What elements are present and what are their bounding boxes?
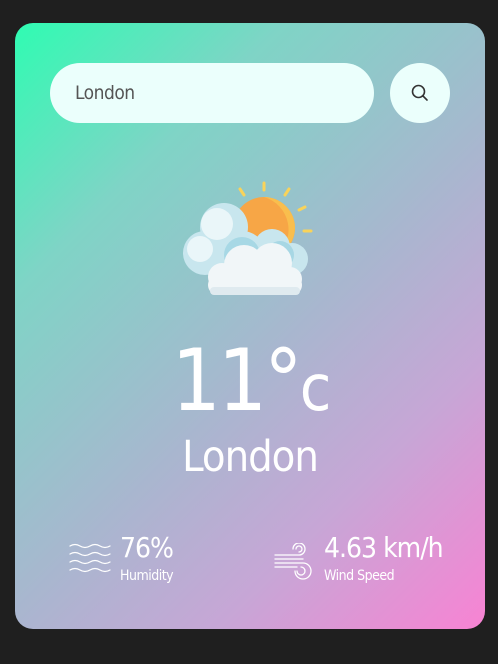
- partly-cloudy-icon: [183, 181, 313, 295]
- humidity-stat: 76% Humidity: [69, 529, 239, 589]
- temperature-unit: c: [299, 352, 332, 426]
- search-button[interactable]: [390, 63, 450, 123]
- city-name: London: [182, 432, 319, 482]
- wind-stat: 4.63 km/h Wind Speed: [273, 529, 473, 589]
- search-icon: [411, 84, 428, 101]
- temperature-value: 11°: [171, 331, 303, 431]
- wind-speed-label: Wind Speed: [324, 568, 395, 584]
- humidity-waves-icon: [69, 543, 111, 573]
- temperature: 11°c: [15, 331, 485, 439]
- wind-speed-value: 4.63 km/h: [324, 531, 444, 564]
- humidity-value: 76%: [120, 531, 174, 564]
- weather-card: 11°c London 76% Humidity 4.63 km/h: [15, 23, 485, 629]
- search-row: [50, 63, 450, 123]
- wind-icon: [274, 543, 312, 580]
- humidity-label: Humidity: [120, 568, 174, 584]
- search-input[interactable]: [50, 63, 374, 123]
